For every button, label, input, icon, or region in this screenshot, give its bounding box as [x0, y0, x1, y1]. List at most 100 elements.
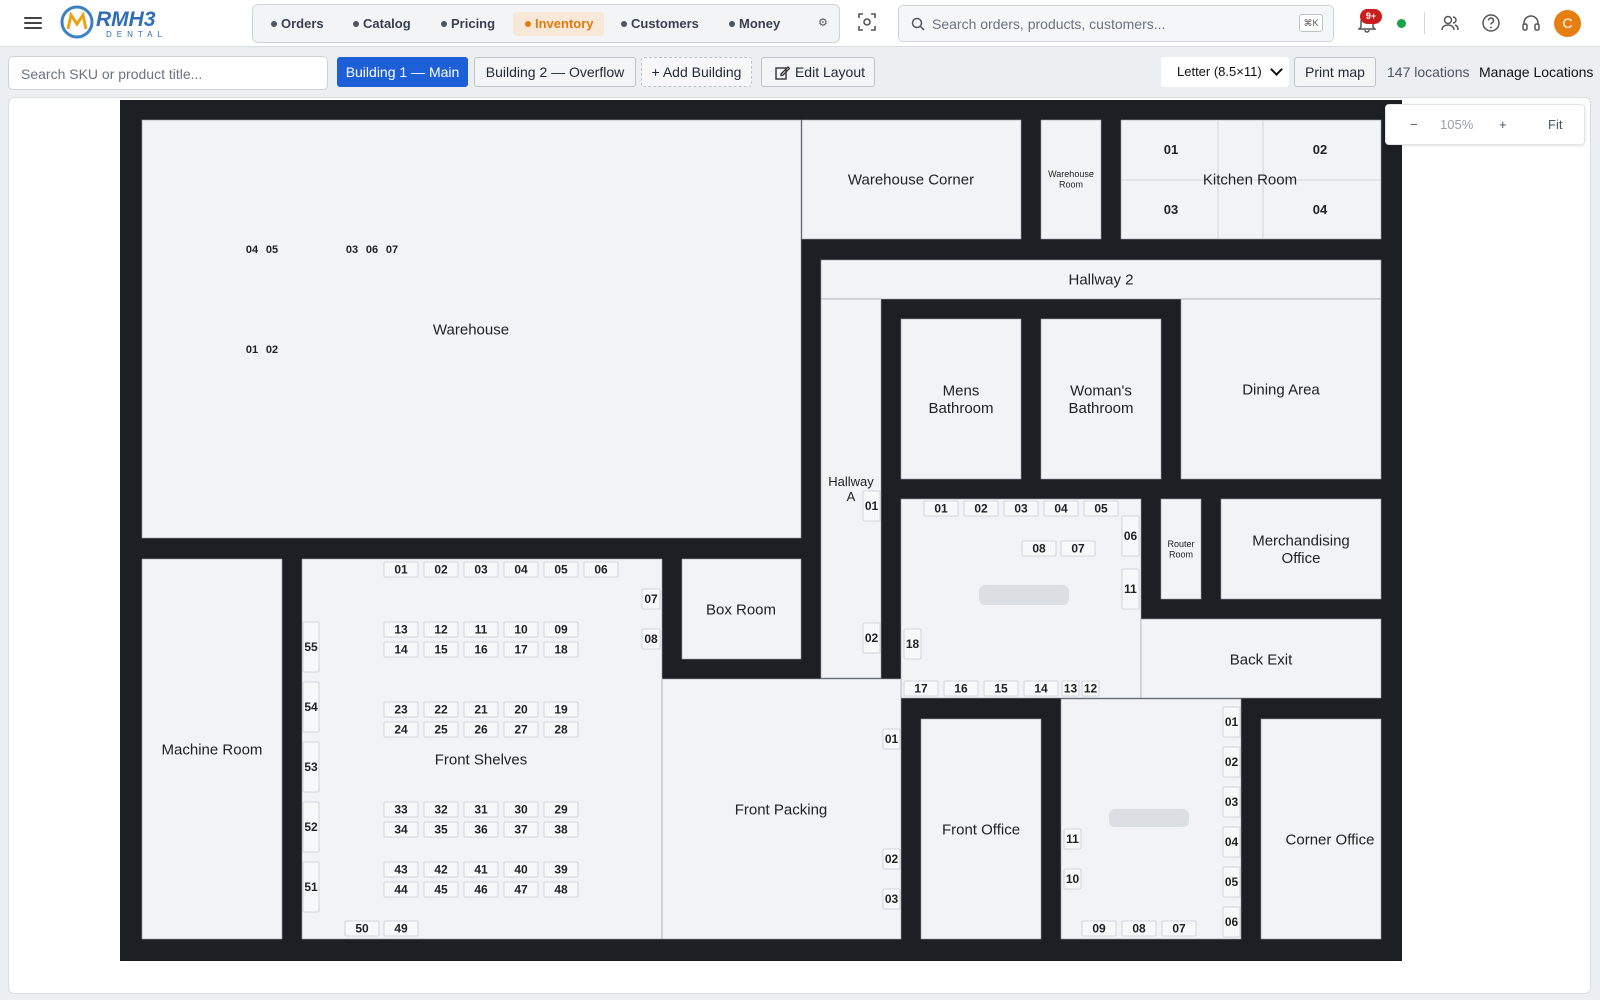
location-slot[interactable]: 29 [543, 801, 579, 818]
location-slot[interactable]: 07 [641, 588, 661, 610]
location-slot[interactable]: 31 [463, 801, 499, 818]
location-slot[interactable]: 47 [503, 881, 539, 898]
location-slot[interactable]: 11 [1121, 568, 1140, 610]
location-slot[interactable]: 08 [641, 628, 661, 650]
location-slot[interactable]: 18 [543, 641, 579, 658]
building-1-tab[interactable]: Building 1 — Main [337, 57, 468, 87]
building-2-tab[interactable]: Building 2 — Overflow [474, 57, 636, 87]
headset-icon[interactable] [1521, 13, 1541, 33]
location-slot[interactable]: 08 [1021, 540, 1057, 557]
location-slot[interactable]: 06 [1222, 906, 1241, 938]
location-slot[interactable]: 13 [1061, 680, 1080, 697]
location-slot[interactable]: 07 [1060, 540, 1096, 557]
location-slot[interactable]: 08 [1121, 920, 1157, 937]
location-slot[interactable]: 05 [543, 561, 579, 578]
brand-logo[interactable]: RMH3 DENTAL [60, 4, 194, 40]
location-slot[interactable]: 07 [1161, 920, 1197, 937]
edit-layout-button[interactable]: Edit Layout [761, 57, 875, 87]
location-slot[interactable]: 15 [423, 641, 459, 658]
location-slot[interactable]: 12 [1081, 680, 1100, 697]
location-slot[interactable]: 09 [543, 621, 579, 638]
scan-icon[interactable] [858, 13, 876, 31]
location-slot[interactable]: 23 [383, 701, 419, 718]
location-slot[interactable]: 41 [463, 861, 499, 878]
location-slot[interactable]: 46 [463, 881, 499, 898]
location-slot[interactable]: 09 [1081, 920, 1117, 937]
location-slot[interactable]: 21 [463, 701, 499, 718]
location-slot[interactable]: 25 [423, 721, 459, 738]
location-slot[interactable]: 50 [344, 920, 380, 937]
location-slot[interactable]: 16 [463, 641, 499, 658]
location-slot[interactable]: 36 [463, 821, 499, 838]
location-slot[interactable]: 14 [1023, 680, 1059, 697]
paper-size-select[interactable]: Letter (8.5×11) [1161, 57, 1289, 87]
location-slot[interactable]: 11 [1063, 828, 1082, 850]
location-slot[interactable]: 01 [882, 728, 901, 750]
location-slot[interactable]: 43 [383, 861, 419, 878]
location-slot[interactable]: 11 [463, 621, 499, 638]
location-slot[interactable]: 45 [423, 881, 459, 898]
location-slot[interactable]: 10 [503, 621, 539, 638]
location-slot[interactable]: 14 [383, 641, 419, 658]
location-slot[interactable]: 01 [1222, 706, 1241, 738]
users-icon[interactable] [1440, 13, 1460, 33]
location-slot[interactable]: 54 [302, 681, 320, 733]
location-slot[interactable]: 44 [383, 881, 419, 898]
location-slot[interactable]: 18 [903, 628, 922, 660]
location-slot[interactable]: 10 [1063, 868, 1082, 890]
location-slot[interactable]: 20 [503, 701, 539, 718]
location-slot[interactable]: 02 [862, 622, 881, 654]
location-slot[interactable]: 02 [963, 500, 999, 517]
global-search-input[interactable]: Search orders, products, customers... ⌘K [898, 5, 1334, 42]
zoom-in-button[interactable]: + [1499, 117, 1507, 132]
location-slot[interactable]: 02 [1222, 746, 1241, 778]
nav-catalog[interactable]: Catalog [349, 12, 411, 36]
location-slot[interactable]: 35 [423, 821, 459, 838]
nav-money[interactable]: Money [725, 12, 780, 36]
menu-icon[interactable] [24, 14, 42, 30]
location-slot[interactable]: 04 [1043, 500, 1079, 517]
location-slot[interactable]: 38 [543, 821, 579, 838]
location-slot[interactable]: 27 [503, 721, 539, 738]
sku-search-input[interactable]: Search SKU or product title... [8, 56, 328, 90]
location-slot[interactable]: 49 [383, 920, 419, 937]
location-slot[interactable]: 02 [423, 561, 459, 578]
nav-pricing[interactable]: Pricing [437, 12, 495, 36]
location-slot[interactable]: 37 [503, 821, 539, 838]
location-slot[interactable]: 28 [543, 721, 579, 738]
location-slot[interactable]: 06 [1121, 515, 1140, 557]
location-slot[interactable]: 04 [503, 561, 539, 578]
location-slot[interactable]: 01 [383, 561, 419, 578]
location-slot[interactable]: 24 [383, 721, 419, 738]
location-slot[interactable]: 15 [983, 680, 1019, 697]
location-slot[interactable]: 01 [923, 500, 959, 517]
location-slot[interactable]: 55 [302, 621, 320, 673]
location-slot[interactable]: 30 [503, 801, 539, 818]
location-slot[interactable]: 06 [583, 561, 619, 578]
zoom-fit-button[interactable]: Fit [1548, 117, 1562, 132]
location-slot[interactable]: 22 [423, 701, 459, 718]
location-slot[interactable]: 19 [543, 701, 579, 718]
location-slot[interactable]: 34 [383, 821, 419, 838]
location-slot[interactable]: 04 [1222, 826, 1241, 858]
nav-orders[interactable]: Orders [267, 12, 324, 36]
location-slot[interactable]: 26 [463, 721, 499, 738]
location-slot[interactable]: 03 [882, 888, 901, 910]
location-slot[interactable]: 03 [463, 561, 499, 578]
location-slot[interactable]: 17 [903, 680, 939, 697]
location-slot[interactable]: 51 [302, 861, 320, 913]
add-building-button[interactable]: + Add Building [641, 57, 752, 87]
location-slot[interactable]: 42 [423, 861, 459, 878]
help-icon[interactable] [1481, 13, 1501, 33]
manage-locations-link[interactable]: Manage Locations [1479, 64, 1593, 80]
location-slot[interactable]: 12 [423, 621, 459, 638]
location-slot[interactable]: 33 [383, 801, 419, 818]
location-slot[interactable]: 39 [543, 861, 579, 878]
floor-map-canvas[interactable]: 01 02 03 04 05 06 13 12 11 10 09 14 15 16 17 18 23 22 21 20… [8, 97, 1591, 994]
location-slot[interactable]: 16 [943, 680, 979, 697]
location-slot[interactable]: 13 [383, 621, 419, 638]
location-slot[interactable]: 53 [302, 741, 320, 793]
location-slot[interactable]: 02 [882, 848, 901, 870]
user-avatar[interactable]: C [1554, 10, 1581, 37]
print-map-button[interactable]: Print map [1294, 57, 1376, 87]
